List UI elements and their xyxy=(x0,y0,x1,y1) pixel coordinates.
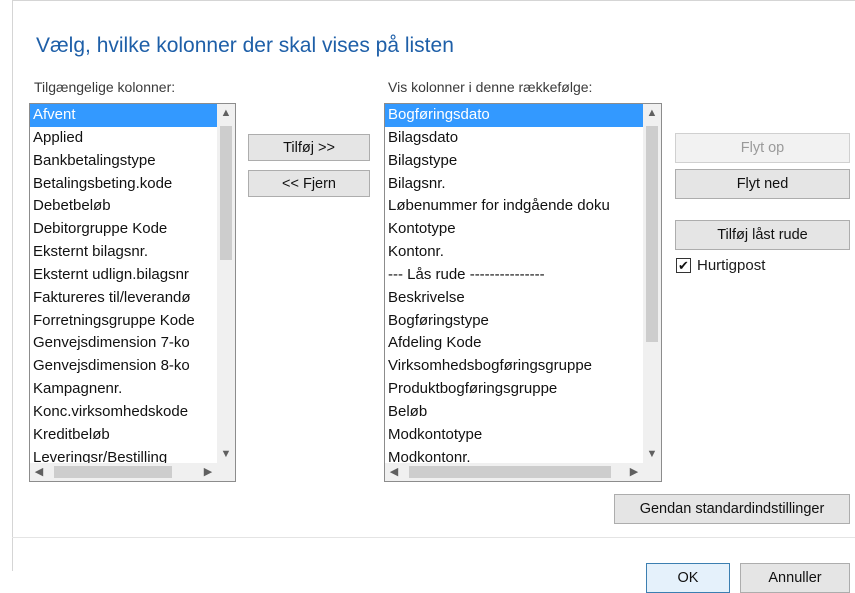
available-columns-caption: Tilgængelige kolonner: xyxy=(34,79,176,95)
available-horizontal-scroll-thumb[interactable] xyxy=(54,466,172,478)
shown-column-item[interactable]: Beløb xyxy=(385,401,643,424)
restore-defaults-button[interactable]: Gendan standardindstillinger xyxy=(614,494,850,524)
scroll-down-arrow-icon[interactable]: ▼ xyxy=(643,445,661,463)
scroll-up-arrow-icon[interactable]: ▲ xyxy=(643,104,661,122)
quick-entry-label: Hurtigpost xyxy=(697,257,766,274)
available-column-item[interactable]: Afvent xyxy=(30,104,217,127)
shown-column-item[interactable]: Bilagstype xyxy=(385,150,643,173)
dialog-title: Vælg, hvilke kolonner der skal vises på … xyxy=(36,34,454,57)
available-column-item[interactable]: Debitorgruppe Kode xyxy=(30,218,217,241)
scroll-up-arrow-icon[interactable]: ▲ xyxy=(217,104,235,122)
add-column-button[interactable]: Tilføj >> xyxy=(248,134,370,161)
available-column-item[interactable]: Kreditbeløb xyxy=(30,424,217,447)
move-down-button[interactable]: Flyt ned xyxy=(675,169,850,199)
shown-column-item[interactable]: Kontonr. xyxy=(385,241,643,264)
add-locked-pane-button[interactable]: Tilføj låst rude xyxy=(675,220,850,250)
available-columns-items: Afvent Applied Bankbetalingstype Betalingsb… xyxy=(30,104,217,463)
shown-column-item[interactable]: Modkontonr. xyxy=(385,447,643,463)
available-column-item[interactable]: Faktureres til/leverandø xyxy=(30,287,217,310)
shown-column-item[interactable]: Modkontotype xyxy=(385,424,643,447)
footer-divider xyxy=(12,537,855,538)
remove-column-button[interactable]: << Fjern xyxy=(248,170,370,197)
shown-columns-items: Bogføringsdato Bilagsdato Bilagstype Bilags… xyxy=(385,104,643,463)
available-column-item[interactable]: Konc.virksomhedskode xyxy=(30,401,217,424)
shown-column-item[interactable]: Bilagsdato xyxy=(385,127,643,150)
available-vertical-scrollbar[interactable]: ▲ ▼ xyxy=(217,104,235,463)
scrollbar-corner xyxy=(643,463,661,481)
available-horizontal-scrollbar[interactable]: ◀ ▶ xyxy=(30,463,217,481)
available-column-item[interactable]: Kampagnenr. xyxy=(30,378,217,401)
shown-column-item[interactable]: Bogføringstype xyxy=(385,310,643,333)
shown-columns-caption: Vis kolonner i denne rækkefølge: xyxy=(388,79,593,95)
scroll-left-arrow-icon[interactable]: ◀ xyxy=(385,463,403,481)
shown-column-item[interactable]: --- Lås rude --------------- xyxy=(385,264,643,287)
quick-entry-checkbox[interactable]: ✔ xyxy=(676,258,691,273)
scroll-left-arrow-icon[interactable]: ◀ xyxy=(30,463,48,481)
shown-columns-list[interactable]: Bogføringsdato Bilagsdato Bilagstype Bilags… xyxy=(384,103,662,482)
shown-horizontal-scroll-thumb[interactable] xyxy=(409,466,611,478)
shown-column-item[interactable]: Beskrivelse xyxy=(385,287,643,310)
ok-button[interactable]: OK xyxy=(646,563,730,593)
shown-horizontal-scrollbar[interactable]: ◀ ▶ xyxy=(385,463,643,481)
shown-column-item[interactable]: Kontotype xyxy=(385,218,643,241)
check-mark-icon: ✔ xyxy=(678,258,689,273)
scroll-right-arrow-icon[interactable]: ▶ xyxy=(199,463,217,481)
available-column-item[interactable]: Forretningsgruppe Kode xyxy=(30,310,217,333)
available-column-item[interactable]: Bankbetalingstype xyxy=(30,150,217,173)
available-column-item[interactable]: Debetbeløb xyxy=(30,195,217,218)
shown-column-item[interactable]: Afdeling Kode xyxy=(385,332,643,355)
available-column-item[interactable]: Betalingsbeting.kode xyxy=(30,173,217,196)
available-column-item[interactable]: Leveringsr/Bestilling xyxy=(30,447,217,463)
shown-column-item[interactable]: Bogføringsdato xyxy=(385,104,643,127)
available-column-item[interactable]: Eksternt bilagsnr. xyxy=(30,241,217,264)
scroll-right-arrow-icon[interactable]: ▶ xyxy=(625,463,643,481)
available-column-item[interactable]: Genvejsdimension 7-ko xyxy=(30,332,217,355)
scroll-down-arrow-icon[interactable]: ▼ xyxy=(217,445,235,463)
shown-vertical-scroll-thumb[interactable] xyxy=(646,126,658,342)
shown-vertical-scrollbar[interactable]: ▲ ▼ xyxy=(643,104,661,463)
shown-column-item[interactable]: Virksomhedsbogføringsgruppe xyxy=(385,355,643,378)
available-columns-list[interactable]: Afvent Applied Bankbetalingstype Betalingsb… xyxy=(29,103,236,482)
cancel-button[interactable]: Annuller xyxy=(740,563,850,593)
scrollbar-corner xyxy=(217,463,235,481)
available-column-item[interactable]: Genvejsdimension 8-ko xyxy=(30,355,217,378)
shown-column-item[interactable]: Bilagsnr. xyxy=(385,173,643,196)
shown-column-item[interactable]: Produktbogføringsgruppe xyxy=(385,378,643,401)
available-column-item[interactable]: Applied xyxy=(30,127,217,150)
available-vertical-scroll-thumb[interactable] xyxy=(220,126,232,260)
available-column-item[interactable]: Eksternt udlign.bilagsnr xyxy=(30,264,217,287)
move-up-button[interactable]: Flyt op xyxy=(675,133,850,163)
shown-column-item[interactable]: Løbenummer for indgående doku xyxy=(385,195,643,218)
